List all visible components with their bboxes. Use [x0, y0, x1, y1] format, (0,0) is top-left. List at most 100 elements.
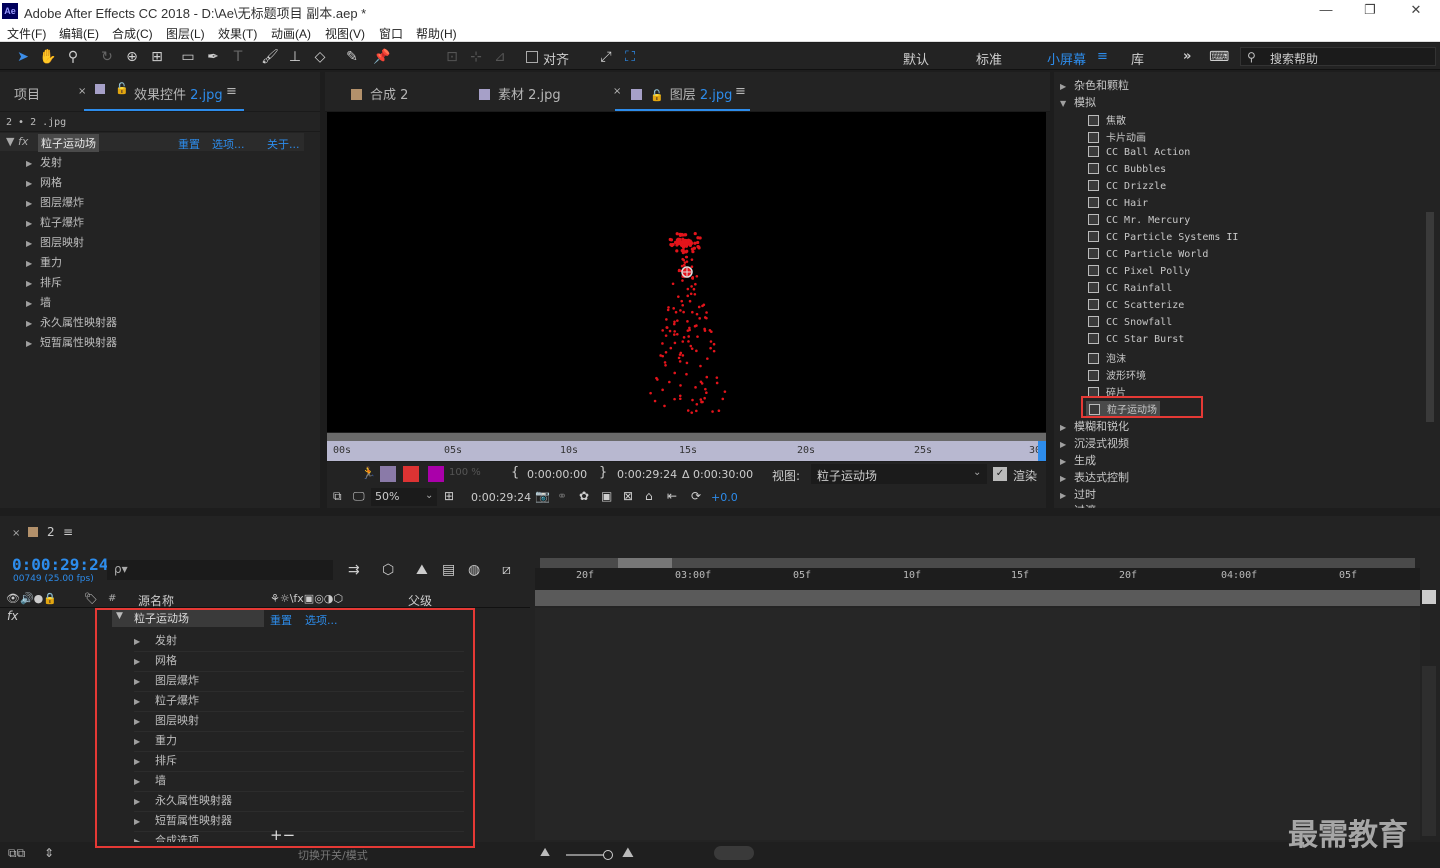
effect-item[interactable]: CC Mr. Mercury	[1088, 214, 1190, 230]
menu-composition[interactable]: 合成(C)	[112, 25, 153, 42]
selection-tool-icon[interactable]: ➤	[13, 47, 33, 67]
timeline-comp-name[interactable]: 2	[47, 525, 55, 539]
expand-icon[interactable]: ▶	[26, 159, 40, 168]
effect-item[interactable]: CC Snowfall	[1088, 316, 1172, 332]
prop-layer-map[interactable]: ▶ 图层映射	[26, 234, 84, 250]
layer-viewer-canvas[interactable]	[327, 112, 1046, 432]
toggle-switches-modes[interactable]: 切换开关/模式	[298, 847, 368, 863]
toggle-mask-icon[interactable]: ▣	[601, 489, 612, 503]
zoom-out-icon[interactable]: ⛰	[540, 845, 550, 860]
category-obsolete[interactable]: ▶ 过时	[1060, 486, 1096, 502]
prop-layer-exploder[interactable]: ▶ 图层爆炸	[26, 194, 84, 210]
channels-icon[interactable]: ✿	[579, 489, 589, 503]
about-link[interactable]: 关于...	[267, 136, 300, 152]
workspace-menu-icon[interactable]: ≡	[1097, 49, 1108, 64]
transfer-controls-icon[interactable]: ⇕	[44, 846, 54, 860]
expand-icon[interactable]: ▶	[26, 279, 40, 288]
view-dropdown[interactable]: 粒子运动场 ⌄	[811, 464, 987, 484]
local-axis-icon[interactable]: ⊡	[442, 47, 462, 67]
effect-item[interactable]: 泡沫	[1088, 350, 1126, 366]
effects-scrollbar[interactable]	[1426, 212, 1434, 422]
expand-icon[interactable]: ▶	[1060, 457, 1074, 466]
fx-icon[interactable]: fx	[7, 609, 18, 623]
align-checkbox[interactable]	[526, 51, 538, 63]
expand-icon[interactable]: ▶	[26, 179, 40, 188]
timeline-timecode[interactable]: 0:00:29:24	[12, 555, 108, 574]
render-checkbox[interactable]: ✓	[993, 467, 1007, 481]
snap-icon[interactable]: ⤢	[596, 47, 616, 67]
eraser-tool-icon[interactable]: ◇	[310, 47, 330, 67]
prop-particle-exploder[interactable]: ▶ 粒子爆炸	[26, 214, 84, 230]
effect-item[interactable]: CC Drizzle	[1088, 180, 1166, 196]
column-parent[interactable]: 父级	[408, 592, 432, 609]
expand-icon[interactable]: ▶	[26, 259, 40, 268]
lock-icon[interactable]: 🔓	[115, 82, 129, 95]
column-source-name[interactable]: 源名称	[138, 592, 174, 609]
guides-icon[interactable]: ⌂	[645, 489, 653, 503]
pen-tool-icon[interactable]: ✒	[203, 47, 223, 67]
effect-item[interactable]: CC Pixel Polly	[1088, 265, 1190, 281]
menu-window[interactable]: 窗口	[379, 25, 403, 42]
rotate-tool-icon[interactable]: ↻	[97, 47, 117, 67]
panel-menu-icon[interactable]: ≡	[226, 84, 237, 99]
workspace-small-screen[interactable]: 小屏幕	[1047, 49, 1086, 68]
exposure-value[interactable]: +0.0	[711, 491, 738, 504]
prop-wall[interactable]: ▶ 墙	[26, 294, 51, 310]
clone-stamp-tool-icon[interactable]: ⊥	[285, 47, 305, 67]
camera-tool-icon[interactable]: ⊕	[122, 47, 142, 67]
solo-icon[interactable]	[403, 466, 419, 482]
effect-item[interactable]: CC Particle World	[1088, 248, 1208, 264]
show-snapshot-icon[interactable]: ⚭	[557, 489, 567, 503]
menu-view[interactable]: 视图(V)	[325, 25, 365, 42]
close-tab-icon[interactable]: ×	[78, 86, 86, 97]
effect-item[interactable]: CC Ball Action	[1088, 146, 1190, 162]
reset-link[interactable]: 重置	[178, 136, 200, 152]
options-link[interactable]: 选项...	[212, 136, 245, 152]
motion-path-icon[interactable]: 🏃	[361, 466, 376, 480]
zoom-in-icon[interactable]: ⛰	[622, 845, 634, 861]
expand-icon[interactable]: ▶	[26, 219, 40, 228]
frame-blending-icon[interactable]: ▤	[442, 562, 455, 578]
effect-item[interactable]: 卡片动画	[1088, 129, 1146, 145]
tab-composition[interactable]: 合成 2	[351, 84, 408, 103]
category-noise-grain[interactable]: ▶ 杂色和颗粒	[1060, 77, 1129, 93]
prop-emit[interactable]: ▶ 发射	[26, 154, 62, 170]
prop-ephemeral-mapper[interactable]: ▶ 短暂属性映射器	[26, 334, 117, 350]
graph-editor-icon[interactable]: ⧄	[502, 562, 511, 578]
workspace-default[interactable]: 默认	[903, 49, 929, 68]
sync-settings-icon[interactable]: ⌨	[1209, 47, 1229, 67]
expand-icon[interactable]: ▶	[26, 299, 40, 308]
label-icon[interactable]: 🏷	[84, 592, 98, 605]
category-immersive-video[interactable]: ▶ 沉浸式视频	[1060, 435, 1129, 451]
search-help-field[interactable]: ⚲ 搜索帮助	[1240, 47, 1436, 66]
expand-icon[interactable]: ▶	[26, 199, 40, 208]
tab-project[interactable]: 项目	[14, 84, 40, 103]
hand-tool-icon[interactable]: ✋	[38, 47, 58, 67]
in-time[interactable]: 0:00:00:00	[527, 468, 587, 481]
expand-icon[interactable]: ▶	[1060, 440, 1074, 449]
collapse-icon[interactable]: ▼	[1060, 99, 1074, 108]
timeline-horizontal-scroll[interactable]	[714, 846, 754, 860]
always-preview-icon[interactable]: ⧉	[333, 489, 342, 504]
effect-header-row[interactable]: ▼ fx 粒子运动场 重置 选项... 关于...	[0, 133, 304, 152]
timeline-menu-icon[interactable]: ≡	[63, 525, 73, 539]
close-layer-tab-icon[interactable]: ×	[613, 86, 621, 97]
zoom-slider-handle[interactable]	[603, 850, 613, 860]
snap-target-icon[interactable]: ⛶	[620, 47, 640, 67]
close-timeline-icon[interactable]: ×	[12, 528, 20, 539]
expand-icon[interactable]: ▶	[26, 319, 40, 328]
effect-item[interactable]: CC Bubbles	[1088, 163, 1166, 179]
category-simulation[interactable]: ▼ 模拟	[1060, 94, 1096, 110]
rectangle-tool-icon[interactable]: ▭	[178, 47, 198, 67]
timeline-search-input[interactable]: ρ▾	[107, 560, 333, 580]
prop-grid[interactable]: ▶ 网格	[26, 174, 62, 190]
composition-flowchart-icon[interactable]: ⇤	[667, 489, 677, 503]
expand-icon[interactable]: ▶	[1060, 82, 1074, 91]
roto-brush-tool-icon[interactable]: ✎	[342, 47, 362, 67]
expand-icon[interactable]: ▶	[1060, 474, 1074, 483]
monitor-icon[interactable]: 🖵	[353, 489, 365, 504]
expand-effect-icon[interactable]: ▼ fx	[6, 135, 28, 148]
expand-icon[interactable]: ▶	[1060, 423, 1074, 432]
set-in-icon[interactable]: {	[511, 465, 519, 480]
expand-icon[interactable]: ▶	[26, 339, 40, 348]
